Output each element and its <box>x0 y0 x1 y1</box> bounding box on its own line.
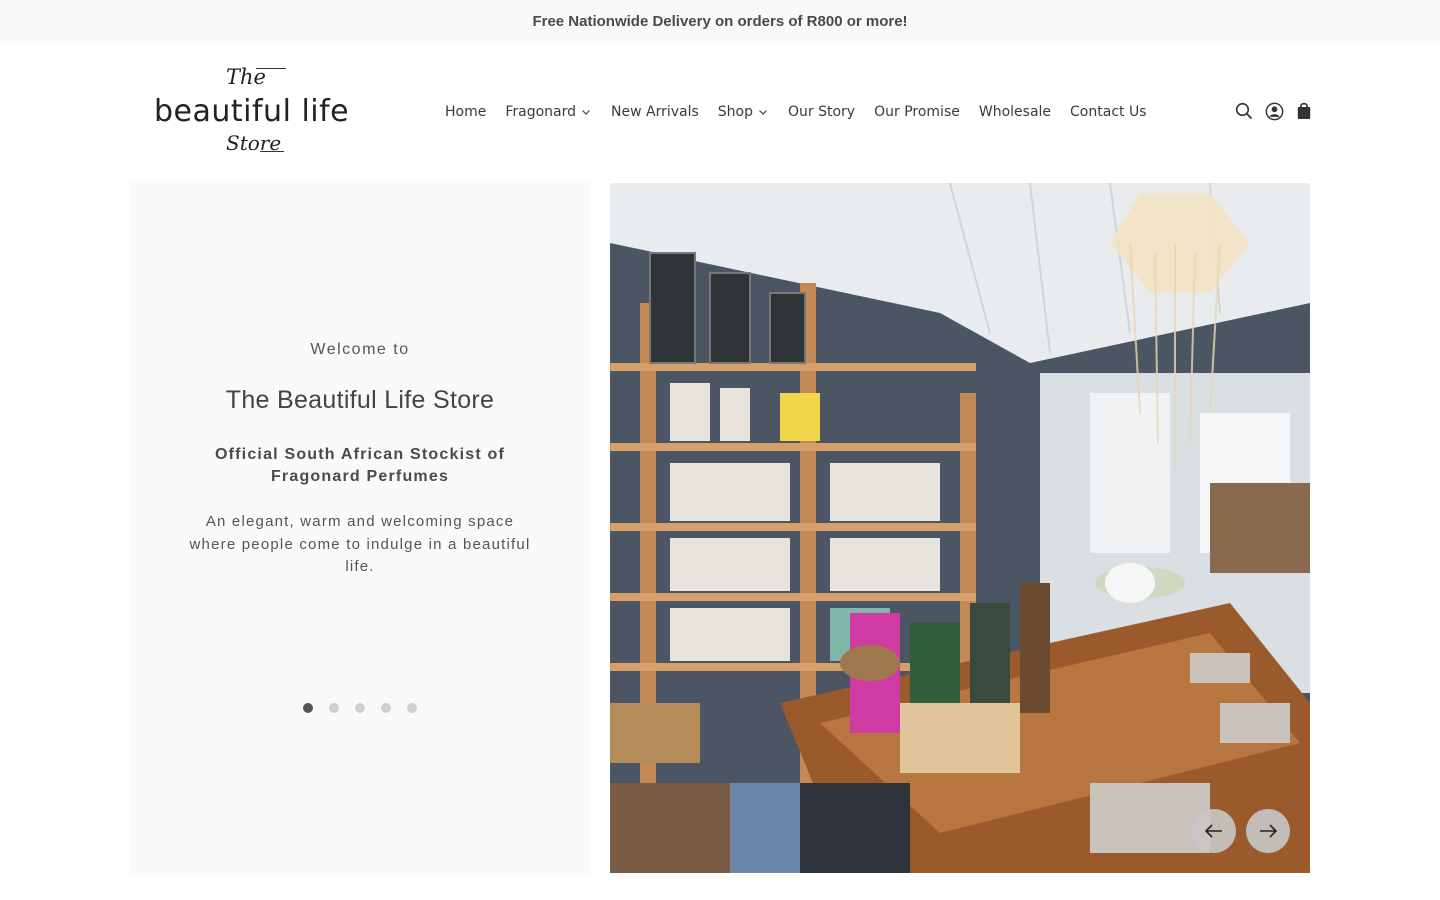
hero-stockist: Official South African Stockist of Frago… <box>214 446 505 485</box>
slide-dot[interactable] <box>355 703 365 713</box>
nav-label: New Arrivals <box>611 104 699 120</box>
chevron-down-icon <box>759 110 767 115</box>
nav-our-promise[interactable]: Our Promise <box>874 104 960 120</box>
slide-dot[interactable] <box>381 703 391 713</box>
nav-contact-us[interactable]: Contact Us <box>1070 104 1146 120</box>
nav-fragonard[interactable]: Fragonard <box>505 104 592 120</box>
search-icon[interactable] <box>1234 99 1254 123</box>
arrow-right-icon <box>1260 824 1277 838</box>
hero-store-photo <box>610 183 1310 873</box>
nav-label: Contact Us <box>1070 104 1147 120</box>
nav-home[interactable]: Home <box>445 104 486 120</box>
main-nav: Home Fragonard New Arrivals Shop Our Sto… <box>445 43 1147 181</box>
nav-wholesale[interactable]: Wholesale <box>979 104 1051 120</box>
nav-label: Shop <box>717 104 754 120</box>
next-slide-button[interactable] <box>1246 809 1290 853</box>
logo-decor-line <box>256 68 286 69</box>
nav-label: Wholesale <box>978 104 1052 120</box>
slide-dot[interactable] <box>407 703 417 713</box>
account-icon[interactable] <box>1264 99 1284 123</box>
nav-label: Home <box>445 104 487 120</box>
hero-text-panel: Welcome to The Beautiful Life Store Offi… <box>130 181 590 875</box>
nav-label: Our Promise <box>874 104 960 120</box>
nav-shop[interactable]: Shop <box>718 104 769 120</box>
logo-main-text: beautiful life <box>154 94 350 129</box>
prev-slide-button[interactable] <box>1192 809 1236 853</box>
site-header: The beautiful life Store Home Fragonard … <box>0 43 1440 181</box>
slide-dot[interactable] <box>329 703 339 713</box>
announcement-bar: Free Nationwide Delivery on orders of R8… <box>0 0 1440 43</box>
hero-welcome: Welcome to <box>310 341 410 358</box>
announcement-text: Free Nationwide Delivery on orders of R8… <box>532 13 908 30</box>
store-logo[interactable]: The beautiful life Store <box>152 63 362 163</box>
header-icons <box>1234 99 1314 123</box>
chevron-down-icon <box>582 110 590 115</box>
nav-label: Our Story <box>788 104 856 120</box>
cart-icon[interactable] <box>1294 99 1314 123</box>
hero-title: The Beautiful Life Store <box>225 386 495 414</box>
nav-label: Fragonard <box>505 104 577 120</box>
nav-new-arrivals[interactable]: New Arrivals <box>611 104 699 120</box>
logo-decor-line <box>260 151 284 152</box>
store-interior-illustration <box>610 183 1310 873</box>
hero-description: An elegant, warm and welcoming space whe… <box>189 513 531 575</box>
arrow-left-icon <box>1205 824 1222 838</box>
slide-dot[interactable] <box>303 703 313 713</box>
nav-our-story[interactable]: Our Story <box>788 104 855 120</box>
slide-dots <box>303 703 417 713</box>
